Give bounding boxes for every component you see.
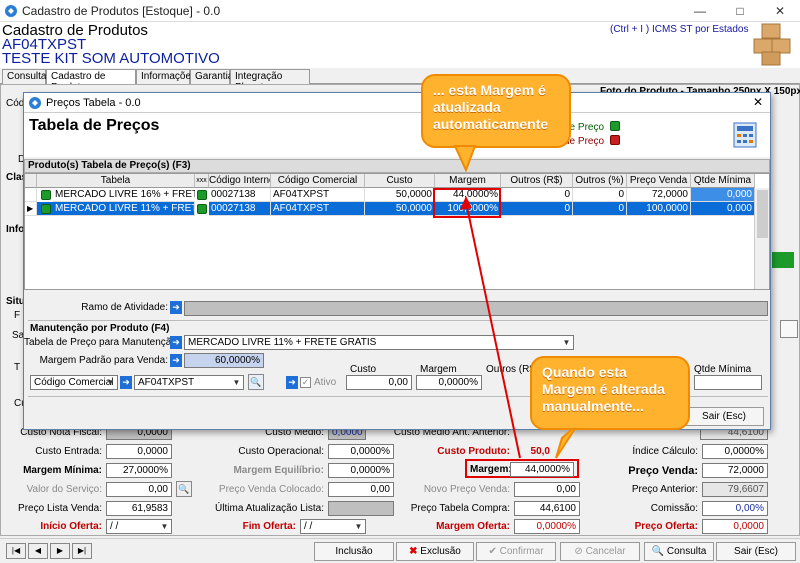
callout-bottom: Quando esta Margem é alterada manualment… xyxy=(530,356,690,430)
callout-pointers xyxy=(453,145,579,459)
